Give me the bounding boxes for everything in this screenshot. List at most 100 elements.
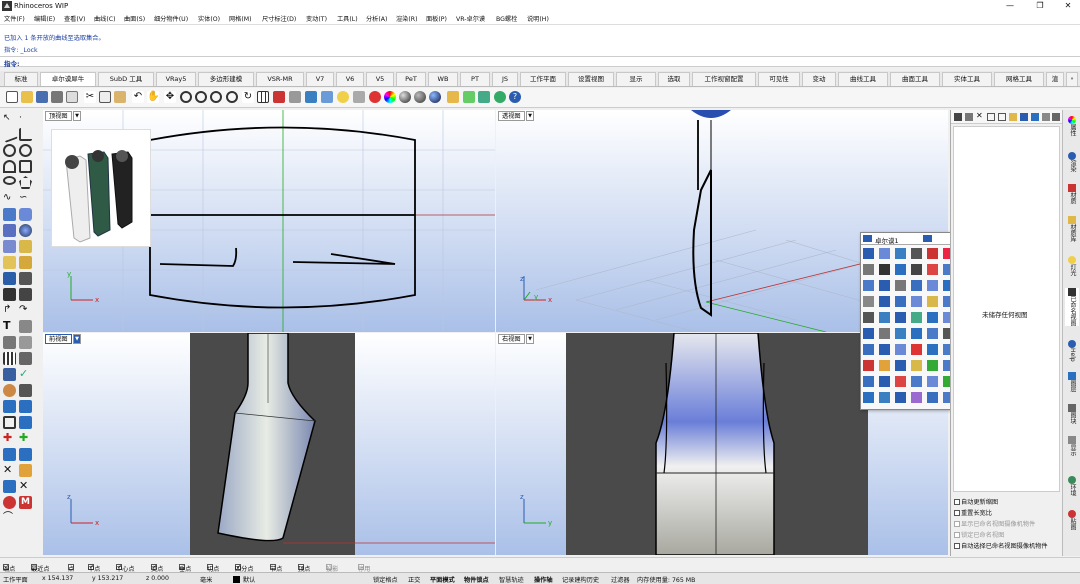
trim-icon[interactable] <box>19 272 32 285</box>
menu-panels[interactable]: 面板(P) <box>426 14 447 23</box>
viewport-top[interactable]: 顶视图 ▼ y x <box>43 110 495 332</box>
tab-material-library[interactable]: 材质库 <box>1065 216 1079 242</box>
tab-blocks[interactable]: 图块 <box>1065 404 1079 424</box>
text-icon[interactable]: T <box>3 320 16 333</box>
option-auto-select-camera[interactable]: 自动选择已命名视图摄像机物件 <box>954 541 1048 550</box>
menu-tools[interactable]: 工具(L) <box>337 14 358 23</box>
tab-layers[interactable]: 图层 <box>1065 372 1079 392</box>
menu-edit[interactable]: 编辑(E) <box>34 14 55 23</box>
menu-view[interactable]: 查看(V) <box>64 14 85 23</box>
tab-polygon[interactable]: 多边形建模 <box>198 72 254 86</box>
move-icon[interactable]: ✥ <box>164 91 176 103</box>
maximize-button[interactable]: ❐ <box>1030 1 1050 11</box>
menu-solid[interactable]: 实体(O) <box>198 14 220 23</box>
pan-icon[interactable]: ✋ <box>147 91 159 103</box>
sphere-icon[interactable] <box>19 224 32 237</box>
tab-pt[interactable]: PT <box>460 72 490 86</box>
rotate-view-icon[interactable]: ↻ <box>242 91 254 103</box>
options-icon[interactable] <box>447 91 459 103</box>
surface-icon[interactable] <box>3 208 16 221</box>
save-icon[interactable] <box>36 91 48 103</box>
grid-icon[interactable] <box>257 91 269 103</box>
tab-pet[interactable]: PeT <box>396 72 426 86</box>
tab-surface-tools[interactable]: 曲面工具 <box>890 72 940 86</box>
tab-properties[interactable]: 属性 <box>1065 116 1079 136</box>
record-icon[interactable] <box>3 496 16 509</box>
print-icon[interactable] <box>51 91 63 103</box>
crosshair-icon[interactable]: ✕ <box>3 464 16 477</box>
tab-help[interactable]: Help <box>1065 340 1079 362</box>
select-arrow-icon[interactable]: ↖ <box>3 112 16 125</box>
update-icon[interactable] <box>494 91 506 103</box>
scale-icon[interactable] <box>19 352 32 365</box>
check-icon[interactable]: ✓ <box>19 368 32 381</box>
toggle-planar[interactable]: 平面模式 <box>430 575 455 584</box>
line-icon[interactable] <box>19 128 32 141</box>
named-cplane-icon[interactable] <box>305 91 317 103</box>
option-auto-update-thumbnails[interactable]: 自动更新缩图 <box>954 497 998 506</box>
close-button[interactable]: ✕ <box>1058 1 1078 11</box>
menu-mesh[interactable]: 网格(M) <box>229 14 252 23</box>
copy-view-icon[interactable] <box>987 113 995 121</box>
toggle-osnap[interactable]: 物件锁点 <box>464 575 489 584</box>
light-tool-icon[interactable] <box>3 256 16 269</box>
circle-icon[interactable] <box>3 144 16 157</box>
toggle-smart-track[interactable]: 智慧轨迹 <box>499 575 524 584</box>
tab-select[interactable]: 选取 <box>658 72 690 86</box>
import-icon[interactable] <box>66 91 78 103</box>
zoom-selected-icon[interactable] <box>226 91 238 103</box>
color-wheel-icon[interactable] <box>384 91 396 103</box>
tab-curve-tools[interactable]: 曲线工具 <box>838 72 888 86</box>
boolean-icon[interactable] <box>3 416 16 429</box>
restore-view-icon[interactable] <box>1020 113 1028 121</box>
tab-lights[interactable]: 灯光 <box>1065 256 1079 276</box>
menu-analyze[interactable]: 分析(A) <box>366 14 387 23</box>
menu-dimension[interactable]: 尺寸标注(D) <box>262 14 296 23</box>
tab-v7[interactable]: V7 <box>306 72 334 86</box>
undo-icon[interactable]: ↶ <box>132 91 144 103</box>
dimension-icon[interactable] <box>19 256 32 269</box>
folder-icon[interactable] <box>1009 113 1017 121</box>
polygon-icon[interactable] <box>19 176 32 189</box>
tab-overflow-button[interactable]: » <box>1066 72 1078 86</box>
rectangle-icon[interactable] <box>19 160 32 173</box>
curve-icon[interactable]: ∿ <box>3 192 16 205</box>
menu-surface[interactable]: 曲面(S) <box>124 14 145 23</box>
tab-render-panel[interactable]: 渲染 <box>1065 152 1079 172</box>
tab-environment[interactable]: 环境 <box>1065 476 1079 496</box>
more-icon[interactable] <box>1052 113 1060 121</box>
explode-icon[interactable]: ↷ <box>19 304 32 317</box>
tab-wb[interactable]: WB <box>428 72 458 86</box>
tab-zhuoer[interactable]: 卓尔谟犀牛 <box>40 72 96 86</box>
tab-vray[interactable]: VRay5 <box>156 72 196 86</box>
tab-named-views[interactable]: 已命名视图 <box>1065 288 1079 326</box>
array-grid-icon[interactable] <box>3 352 16 365</box>
tab-viewport-layout[interactable]: 工作视窗配置 <box>692 72 756 86</box>
minimize-button[interactable]: — <box>1000 1 1020 11</box>
zoom-extents-icon[interactable] <box>210 91 222 103</box>
freeform-icon[interactable]: ∽ <box>19 192 32 205</box>
gmail-icon[interactable]: M <box>19 496 32 509</box>
open-file-icon[interactable] <box>21 91 33 103</box>
tab-vsr[interactable]: VSR-MR <box>256 72 304 86</box>
zoom-window-icon[interactable] <box>195 91 207 103</box>
analyze-icon[interactable] <box>3 368 16 381</box>
tab-setview[interactable]: 设置视图 <box>568 72 614 86</box>
tab-standard[interactable]: 标准 <box>4 72 38 86</box>
camera-icon[interactable] <box>1031 113 1039 121</box>
edit-view-icon[interactable] <box>965 113 973 121</box>
tab-transform[interactable]: 变动 <box>802 72 836 86</box>
menu-transform[interactable]: 变动(T) <box>306 14 327 23</box>
render-tool-icon[interactable] <box>3 384 16 397</box>
tab-cplane[interactable]: 工作平面 <box>520 72 566 86</box>
current-layer[interactable]: 默认 <box>243 575 255 584</box>
circle-center-icon[interactable] <box>19 144 32 157</box>
render-sphere-icon[interactable] <box>399 91 411 103</box>
edit-icon[interactable] <box>19 448 32 461</box>
plugin-icon[interactable] <box>463 91 475 103</box>
lock-icon[interactable] <box>353 91 365 103</box>
tab-subd[interactable]: SubD 工具 <box>98 72 154 86</box>
command-line[interactable]: 指令: <box>0 56 1080 68</box>
menu-bg[interactable]: BG螺栓 <box>496 14 517 23</box>
tab-v6[interactable]: V6 <box>336 72 364 86</box>
